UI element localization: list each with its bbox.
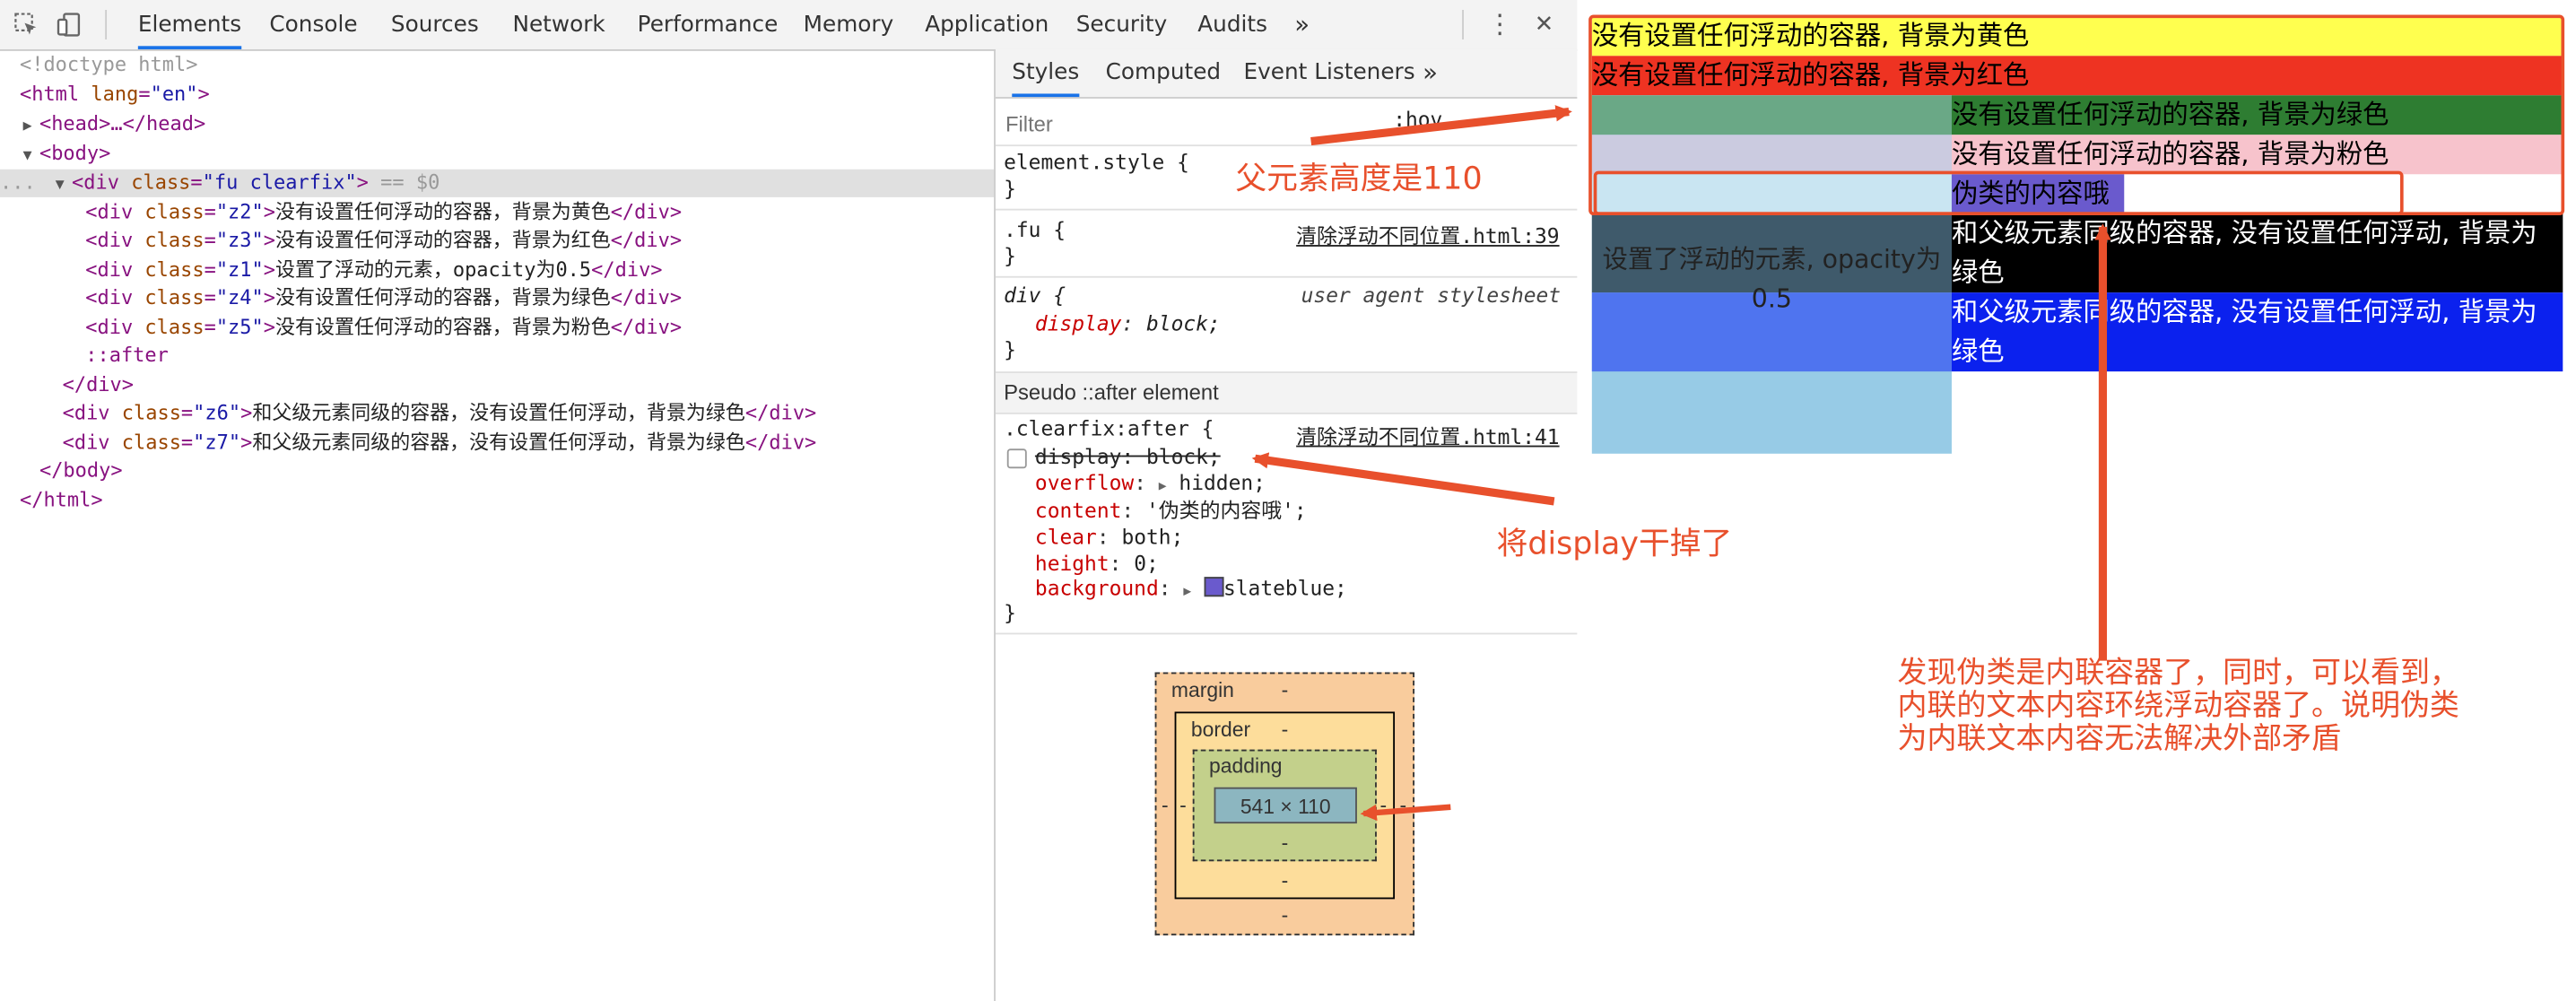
annotation-arrows [1251,105,2111,822]
arrow-to-display [1251,452,1555,506]
arrow-to-parent [1310,105,1572,146]
arrow-to-content-size [1360,804,1451,822]
